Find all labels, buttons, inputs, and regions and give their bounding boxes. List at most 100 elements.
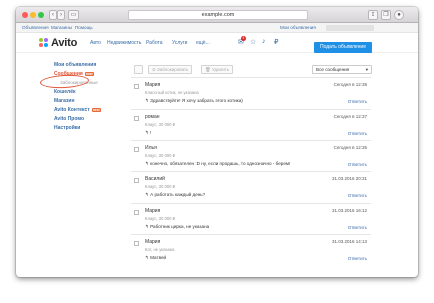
top-nav: Объявления Магазины Помощь Мои объявлени… — [16, 23, 418, 33]
delete-button-label: Удалить — [211, 67, 230, 72]
chevron-down-icon: ▾ — [365, 67, 368, 72]
select-all-checkbox[interactable] — [134, 65, 143, 74]
site-header: Avito Авто Недвижимость Работа Услуги ещ… — [16, 33, 418, 53]
reply-link[interactable]: Ответить — [348, 99, 367, 104]
nav-auto[interactable]: Авто — [90, 40, 101, 46]
avito-logo-text: Avito — [51, 37, 78, 49]
browser-toolbar: ‹ › ▭ example.com ⇪ ❐ ● — [16, 7, 418, 23]
block-button[interactable]: ⊘ Заблокировать — [148, 65, 193, 74]
post-ad-button[interactable]: Подать объявление — [314, 42, 372, 53]
sidebar-item-promo[interactable]: Avito Промо — [54, 116, 84, 122]
message-date: Сегодня в 12:38 — [333, 82, 367, 87]
message-row[interactable]: Мария Сегодня в 12:38 Классный котик, не у… — [131, 77, 371, 108]
avito-logo[interactable]: Avito — [39, 37, 78, 49]
reply-link[interactable]: Ответить — [348, 193, 367, 198]
sender-name[interactable]: Мария — [145, 208, 160, 214]
url-text: example.com — [201, 12, 235, 18]
address-bar[interactable]: example.com — [128, 10, 308, 20]
message-date: Сегодня в 12:37 — [333, 114, 367, 119]
message-row[interactable]: Мария 31.03.2016 14:13 Кот, не указана ↰ Ма… — [131, 234, 371, 265]
message-date: 31.03.2016 14:13 — [331, 239, 367, 244]
message-checkbox[interactable] — [134, 178, 139, 183]
message-text: конечно, обязателен :D ну, если продашь,… — [150, 161, 291, 166]
message-text: Здравствуйте! Я хочу забрать этого котик… — [150, 98, 243, 103]
tabs-icon[interactable]: ❐ — [381, 10, 391, 20]
ad-title[interactable]: Клаус, 30 000 ₽ — [145, 153, 175, 158]
message-row[interactable]: Илья Сегодня в 12:35 Клаус, 30 000 ₽ ↰ коне… — [131, 140, 371, 171]
nav-more[interactable]: ещё... — [196, 40, 210, 46]
nav-jobs[interactable]: Работа — [146, 40, 163, 46]
reply-link[interactable]: Ответить — [348, 131, 367, 136]
reply-link[interactable]: Ответить — [348, 256, 367, 261]
wallet-icon[interactable]: ₽ — [274, 38, 278, 46]
message-checkbox[interactable] — [134, 84, 139, 89]
ad-title[interactable]: Кот, не указана — [145, 247, 174, 252]
message-preview[interactable]: ↰ Здравствуйте! Я хочу забрать этого кот… — [145, 98, 243, 104]
message-row[interactable]: Мария 31.03.2016 16:12 Клаус, 30 000 ₽ ↰ Ра… — [131, 203, 371, 234]
highlight-circle — [39, 73, 90, 90]
message-preview[interactable]: ↰ А работать каждый день? — [145, 192, 205, 198]
message-preview[interactable]: ↰ Матвей — [145, 255, 166, 261]
sender-name[interactable]: роман — [145, 114, 160, 120]
nav-realty[interactable]: Недвижимость — [107, 40, 141, 46]
message-date: 31.03.2016 20:31 — [331, 176, 367, 181]
message-filter-value: Все сообщения — [316, 67, 350, 72]
sidebar-item-my-ads[interactable]: Мои объявления — [54, 62, 96, 68]
share-icon[interactable]: ⇪ — [368, 10, 378, 20]
forward-icon[interactable]: › — [57, 10, 65, 20]
new-tag: new — [91, 107, 101, 112]
delete-button[interactable]: 🗑 Удалить — [201, 65, 234, 74]
sender-name[interactable]: Мария — [145, 82, 160, 88]
new-tag: new — [84, 71, 94, 76]
bell-icon[interactable]: ♪ — [262, 38, 266, 45]
notification-badge: 4 — [241, 36, 246, 41]
back-icon[interactable]: ‹ — [49, 10, 57, 20]
user-name-field[interactable] — [326, 25, 374, 31]
message-preview[interactable]: ↰ ! — [145, 130, 151, 136]
sidebar-item-context[interactable]: Avito Контекст new — [54, 107, 101, 113]
message-row[interactable]: роман Сегодня в 12:37 Клаус, 30 000 ₽ ↰ ! От… — [131, 109, 371, 140]
extension-icon[interactable]: ● — [394, 10, 404, 20]
minimize-window-button[interactable] — [30, 12, 36, 18]
ad-title[interactable]: Клаус, 30 000 ₽ — [145, 122, 175, 127]
topnav-my-ads-link[interactable]: Мои объявления — [280, 23, 316, 33]
close-window-button[interactable] — [22, 12, 28, 18]
message-checkbox[interactable] — [134, 241, 139, 246]
block-button-label: Заблокировать — [157, 67, 189, 72]
message-filter-select[interactable]: Все сообщения ▾ — [312, 65, 372, 74]
ad-title[interactable]: Клаус, 30 000 ₽ — [145, 184, 175, 189]
reply-link[interactable]: Ответить — [348, 225, 367, 230]
reply-link[interactable]: Ответить — [348, 162, 367, 167]
ad-title[interactable]: Классный котик, не указана — [145, 90, 199, 95]
sender-name[interactable]: Илья — [145, 145, 157, 151]
topnav-help-link[interactable]: Помощь — [75, 23, 93, 33]
sidebar-item-context-label: Avito Контекст — [54, 107, 90, 113]
sender-name[interactable]: Мария — [145, 239, 160, 245]
favorites-icon[interactable]: ☆ — [250, 38, 256, 46]
message-date: Сегодня в 12:35 — [333, 145, 367, 150]
message-checkbox[interactable] — [134, 116, 139, 121]
sidebar-item-shop[interactable]: Магазин — [54, 98, 75, 104]
sidebar-item-wallet[interactable]: Кошелёк — [54, 89, 76, 95]
trash-icon: 🗑 — [205, 67, 212, 72]
message-text: Работник цирка, не указана — [150, 224, 210, 229]
message-row[interactable]: Василий 31.03.2016 20:31 Клаус, 30 000 ₽ ↰ … — [131, 171, 371, 202]
nav-services[interactable]: Услуги — [172, 40, 187, 46]
message-checkbox[interactable] — [134, 147, 139, 152]
message-preview[interactable]: ↰ конечно, обязателен :D ну, если продаш… — [145, 161, 290, 167]
sidebar-toggle-icon[interactable]: ▭ — [68, 10, 79, 20]
maximize-window-button[interactable] — [38, 12, 44, 18]
message-text: ! — [150, 130, 152, 135]
browser-window: ‹ › ▭ example.com ⇪ ❐ ● Объявления Магаз… — [16, 7, 418, 277]
ad-title[interactable]: Клаус, 30 000 ₽ — [145, 216, 175, 221]
message-date: 31.03.2016 16:12 — [331, 208, 367, 213]
sender-name[interactable]: Василий — [145, 176, 165, 182]
message-checkbox[interactable] — [134, 210, 139, 215]
sidebar-item-settings[interactable]: Настройки — [54, 125, 80, 131]
avito-logo-mark — [39, 38, 49, 48]
topnav-shops-link[interactable]: Магазины — [51, 23, 72, 33]
message-text: А работать каждый день? — [150, 192, 206, 197]
message-preview[interactable]: ↰ Работник цирка, не указана — [145, 224, 209, 230]
topnav-ads-link[interactable]: Объявления — [22, 23, 49, 33]
message-text: Матвей — [150, 255, 167, 260]
